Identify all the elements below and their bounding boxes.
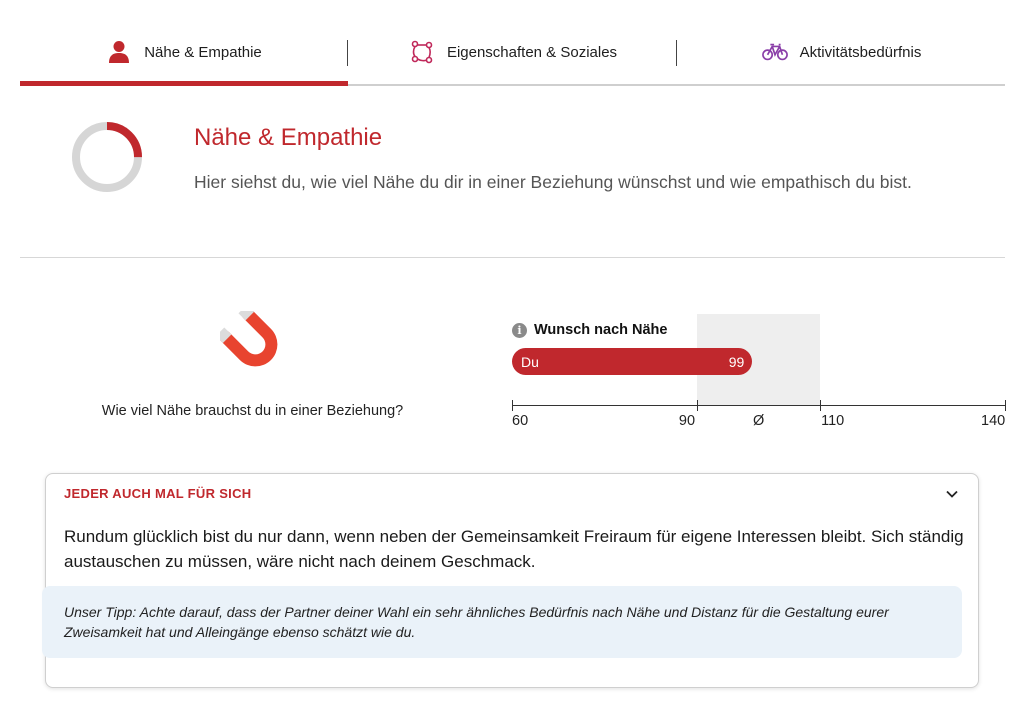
axis-tick-label: 110 [821, 413, 845, 429]
magnet-icon [220, 311, 278, 367]
network-icon [409, 39, 435, 65]
tab-naehe-empathie[interactable]: Nähe & Empathie [20, 26, 348, 78]
axis-tick-label: 140 [981, 413, 1006, 429]
intro-section: Nähe & Empathie Hier siehst du, wie viel… [20, 88, 1005, 258]
value-bar-label: Du [521, 353, 539, 370]
axis-tick [696, 400, 698, 411]
bicycle-icon [761, 39, 788, 65]
section-description: Hier siehst du, wie viel Nähe du dir in … [194, 172, 912, 192]
tab-separator [676, 40, 677, 66]
bar-title-label: Wunsch nach Nähe [534, 322, 668, 338]
card-body: Rundum glücklich bist du nur dann, wenn … [64, 527, 964, 571]
tab-label: Aktivitätsbedürfnis [799, 43, 922, 61]
axis-tick [1005, 400, 1006, 411]
measure-question: Wie viel Nähe brauchst du in einer Bezie… [101, 403, 404, 419]
category-tabs: Nähe & Empathie Eigenschaften & Soziales [20, 0, 1005, 86]
info-icon[interactable]: i [512, 322, 527, 338]
tab-separator [347, 40, 348, 66]
tab-label: Nähe & Empathie [144, 43, 262, 61]
value-bar-value: 99 [728, 353, 745, 370]
progress-ring [72, 122, 142, 192]
axis-tick [820, 400, 822, 411]
axis-tick-label: 60 [512, 413, 529, 429]
axis-tick [512, 400, 513, 411]
axis-line [512, 405, 1005, 406]
tab-aktivitaetsbeduerfnis[interactable]: Aktivitätsbedürfnis [678, 26, 1005, 78]
tab-eigenschaften-soziales[interactable]: Eigenschaften & Soziales [350, 26, 676, 78]
result-card: JEDER AUCH MAL FÜR SICH Rundum glücklich… [42, 473, 979, 688]
section-title: Nähe & Empathie [194, 124, 383, 151]
tab-label: Eigenschaften & Soziales [446, 43, 618, 61]
axis-tick-label: 90 [678, 413, 696, 429]
active-tab-indicator [20, 81, 348, 86]
chevron-down-icon[interactable] [944, 486, 960, 502]
value-bar: Du 99 [512, 348, 753, 375]
card-header[interactable]: JEDER AUCH MAL FÜR SICH [64, 486, 251, 501]
bar-title: i Wunsch nach Nähe [512, 322, 667, 338]
person-icon [106, 39, 132, 65]
average-symbol: Ø [753, 413, 765, 429]
tip-box: Unser Tipp: Achte darauf, dass der Partn… [42, 586, 962, 658]
